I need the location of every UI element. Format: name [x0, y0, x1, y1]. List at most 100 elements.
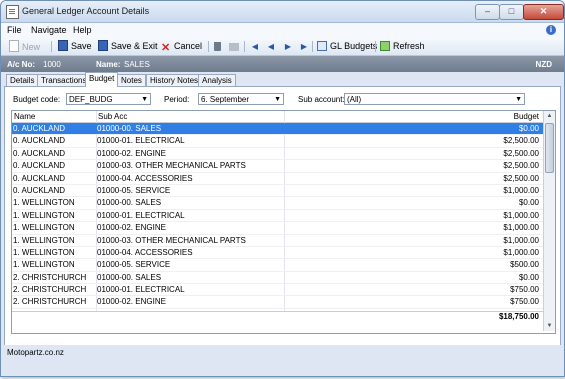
cell-sub-acc: 01000-04. ACCESSORIES [97, 247, 193, 257]
cell-budget: $500.00 [510, 260, 539, 270]
scroll-up-icon[interactable]: ▲ [544, 111, 555, 121]
cell-budget: $2,500.00 [503, 148, 539, 158]
save-button[interactable]: Save [58, 40, 92, 53]
table-row[interactable]: 1. WELLINGTON 01000-04. ACCESSORIES $1,000… [12, 247, 543, 260]
grid-rows: 0. AUCKLAND 01000-00. SALES $0.00 0. AUCKLA… [12, 123, 543, 322]
table-row[interactable]: 0. AUCKLAND 01000-03. OTHER MECHANICAL PA… [12, 160, 543, 173]
tab-strip: Details Transactions Budget Notes Histor… [1, 72, 564, 87]
close-button[interactable]: ✕ [523, 4, 564, 20]
cell-budget: $1,000.00 [503, 210, 539, 220]
budget-grid: Name Sub Acc Budget 0. AUCKLAND 01000-00.… [11, 110, 556, 334]
toolbar-separator [312, 41, 313, 52]
scroll-down-icon[interactable]: ▼ [544, 321, 555, 331]
cell-budget: $750.00 [510, 285, 539, 295]
period-select[interactable]: 6. September ▼ [198, 93, 284, 105]
new-document-icon [9, 40, 19, 52]
cell-name: 1. WELLINGTON [13, 260, 75, 270]
gl-budgets-button[interactable]: GL Budgets [317, 40, 377, 53]
table-row[interactable]: 1. WELLINGTON 01000-01. ELECTRICAL $1,000.… [12, 210, 543, 223]
grid-scrollbar[interactable]: ▲ ▼ [543, 111, 555, 331]
cell-budget: $0.00 [518, 272, 539, 282]
budget-code-label: Budget code: [13, 95, 61, 104]
ac-no-label: A/c No: [7, 60, 35, 69]
table-row[interactable]: 0. AUCKLAND 01000-00. SALES $0.00 [12, 123, 543, 136]
toolbar-separator [51, 41, 52, 52]
menu-navigate[interactable]: Navigate [31, 25, 67, 35]
gl-budgets-icon [317, 41, 327, 51]
name-label: Name: [96, 60, 121, 69]
account-header: A/c No: 1000 Name: SALES NZD [1, 56, 564, 72]
cell-name: 1. WELLINGTON [13, 235, 75, 245]
new-button[interactable]: New [9, 40, 40, 53]
table-row[interactable]: 2. CHRISTCHURCH 01000-01. ELECTRICAL $750.… [12, 284, 543, 297]
cell-name: 0. AUCKLAND [13, 173, 66, 183]
column-header-budget[interactable]: Budget [514, 112, 539, 121]
budget-code-select[interactable]: DEF_BUDG ▼ [66, 93, 151, 105]
cell-sub-acc: 01000-01. ELECTRICAL [97, 210, 185, 220]
cell-sub-acc: 01000-01. ELECTRICAL [97, 136, 185, 146]
menu-help[interactable]: Help [73, 25, 92, 35]
app-icon [6, 5, 19, 19]
gl-account-window: General Ledger Account Details – □ ✕ Fil… [0, 0, 565, 377]
cell-name: 0. AUCKLAND [13, 185, 66, 195]
cell-name: 0. AUCKLAND [13, 161, 66, 171]
printer-icon [229, 43, 239, 51]
cell-budget: $2,500.00 [503, 136, 539, 146]
last-record-icon[interactable]: ▶​ [299, 41, 309, 52]
tab-budget[interactable]: Budget [85, 72, 119, 87]
sub-account-label: Sub account: [298, 95, 345, 104]
refresh-button[interactable]: Refresh [380, 40, 425, 53]
info-icon[interactable]: i [546, 25, 556, 35]
cell-name: 0. AUCKLAND [13, 136, 66, 146]
table-row[interactable]: 1. WELLINGTON 01000-05. SERVICE $500.00 [12, 259, 543, 272]
cell-budget: $1,000.00 [503, 235, 539, 245]
table-row[interactable]: 2. CHRISTCHURCH 01000-00. SALES $0.00 [12, 272, 543, 285]
cancel-button[interactable]: ✕ Cancel [161, 40, 202, 54]
title-bar[interactable]: General Ledger Account Details – □ ✕ [1, 1, 564, 23]
maximize-button[interactable]: □ [499, 4, 524, 20]
scroll-thumb[interactable] [545, 123, 554, 173]
table-row[interactable]: 2. CHRISTCHURCH 01000-02. ENGINE $750.00 [12, 296, 543, 309]
save-exit-button[interactable]: Save & Exit [98, 40, 158, 53]
previous-record-icon[interactable]: ◀ [266, 41, 276, 52]
menu-file[interactable]: File [7, 25, 22, 35]
table-row[interactable]: 0. AUCKLAND 01000-05. SERVICE $1,000.00 [12, 185, 543, 198]
toolbar-separator [208, 41, 209, 52]
currency-label: NZD [535, 60, 552, 69]
grid-total-row: $18,750.00 [12, 311, 543, 322]
cell-budget: $750.00 [510, 297, 539, 307]
print-button[interactable] [229, 40, 242, 53]
cell-sub-acc: 01000-03. OTHER MECHANICAL PARTS [97, 235, 246, 245]
trash-icon [214, 42, 221, 51]
column-header-sub-acc[interactable]: Sub Acc [98, 112, 127, 121]
column-header-name[interactable]: Name [14, 112, 35, 121]
table-row[interactable]: 0. AUCKLAND 01000-04. ACCESSORIES $2,500.0… [12, 173, 543, 185]
menu-bar: File Navigate Help i [1, 23, 564, 38]
next-record-icon[interactable]: ▶ [283, 41, 293, 52]
sub-account-select[interactable]: (All) ▼ [344, 93, 525, 105]
cell-sub-acc: 01000-04. ACCESSORIES [97, 173, 193, 183]
first-record-icon[interactable]: ◀​ [250, 41, 260, 52]
toolbar-separator [244, 41, 245, 52]
cell-budget: $2,500.00 [503, 173, 539, 183]
status-bar: Motopartz.co.nz [1, 345, 564, 359]
cell-name: 1. WELLINGTON [13, 210, 75, 220]
status-text: Motopartz.co.nz [7, 348, 64, 357]
cell-name: 2. CHRISTCHURCH [13, 285, 87, 295]
cell-sub-acc: 01000-01. ELECTRICAL [97, 285, 185, 295]
refresh-icon [380, 41, 390, 51]
table-row[interactable]: 1. WELLINGTON 01000-03. OTHER MECHANICAL … [12, 235, 543, 247]
cell-budget: $1,000.00 [503, 247, 539, 257]
cell-budget: $1,000.00 [503, 223, 539, 233]
minimize-button[interactable]: – [475, 4, 500, 20]
cell-sub-acc: 01000-00. SALES [97, 198, 162, 208]
chevron-down-icon: ▼ [141, 96, 148, 103]
table-row[interactable]: 0. AUCKLAND 01000-02. ENGINE $2,500.00 [12, 148, 543, 161]
table-row[interactable]: 1. WELLINGTON 01000-00. SALES $0.00 [12, 197, 543, 210]
cell-budget: $0.00 [518, 124, 539, 133]
table-row[interactable]: 1. WELLINGTON 01000-02. ENGINE $1,000.00 [12, 222, 543, 235]
table-row[interactable]: 0. AUCKLAND 01000-01. ELECTRICAL $2,500.00 [12, 135, 543, 148]
delete-button[interactable] [214, 40, 224, 53]
cancel-icon: ✕ [161, 42, 171, 54]
chevron-down-icon: ▼ [274, 96, 281, 103]
